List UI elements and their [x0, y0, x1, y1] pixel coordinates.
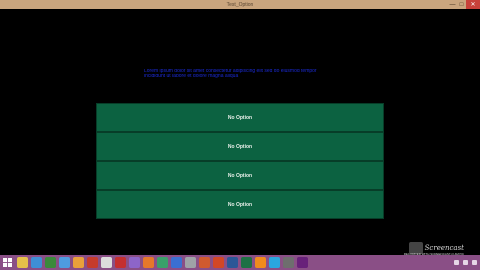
question-text: Lorem ipsum dolor sit amet consectetur a…	[144, 69, 340, 79]
screencast-watermark: Screencast RECORDED WITH SCREENCAST-O-MA…	[404, 242, 464, 256]
watermark-text: Screencast	[424, 244, 464, 252]
window-controls: — □ ✕	[448, 0, 480, 9]
option-button-1[interactable]: No Option	[96, 103, 384, 132]
option-button-3[interactable]: No Option	[96, 161, 384, 190]
ie-icon[interactable]	[31, 257, 42, 268]
option-label: No Option	[227, 201, 253, 208]
photos-icon[interactable]	[129, 257, 140, 268]
option-button-4[interactable]: No Option	[96, 190, 384, 219]
pdf-icon[interactable]	[87, 257, 98, 268]
media-player-icon[interactable]	[45, 257, 56, 268]
chrome-icon[interactable]	[59, 257, 70, 268]
minimize-button[interactable]: —	[448, 0, 457, 9]
option-button-2[interactable]: No Option	[96, 132, 384, 161]
windows-logo-icon	[2, 258, 12, 267]
system-tray	[454, 255, 480, 270]
maps-icon[interactable]	[115, 257, 126, 268]
paint-icon[interactable]	[73, 257, 84, 268]
globe-icon[interactable]	[157, 257, 168, 268]
powerpoint-icon[interactable]	[213, 257, 224, 268]
skype-icon[interactable]	[269, 257, 280, 268]
maximize-button[interactable]: □	[457, 0, 466, 9]
music-icon[interactable]	[199, 257, 210, 268]
network-icon[interactable]	[454, 260, 459, 265]
notepad-icon[interactable]	[101, 257, 112, 268]
battery-icon[interactable]	[472, 260, 477, 265]
options-list: No Option No Option No Option No Option	[96, 103, 384, 219]
firefox-icon[interactable]	[143, 257, 154, 268]
excel-icon[interactable]	[241, 257, 252, 268]
calculator-icon[interactable]	[185, 257, 196, 268]
option-label: No Option	[227, 172, 253, 179]
start-button[interactable]	[0, 255, 14, 270]
close-button[interactable]: ✕	[466, 0, 480, 9]
visual-studio-icon[interactable]	[297, 257, 308, 268]
word-icon[interactable]	[227, 257, 238, 268]
option-label: No Option	[227, 143, 253, 150]
volume-icon[interactable]	[463, 260, 468, 265]
taskbar	[0, 255, 480, 270]
store-icon[interactable]	[171, 257, 182, 268]
settings-icon[interactable]	[283, 257, 294, 268]
question-line-2: incididunt ut labore et dolore magna ali…	[144, 74, 239, 79]
window-title: Test_Option	[226, 1, 254, 8]
taskbar-pinned-apps	[17, 257, 308, 268]
window-titlebar[interactable]: Test_Option — □ ✕	[0, 0, 480, 9]
option-label: No Option	[227, 114, 253, 121]
file-explorer-icon[interactable]	[17, 257, 28, 268]
vlc-icon[interactable]	[255, 257, 266, 268]
